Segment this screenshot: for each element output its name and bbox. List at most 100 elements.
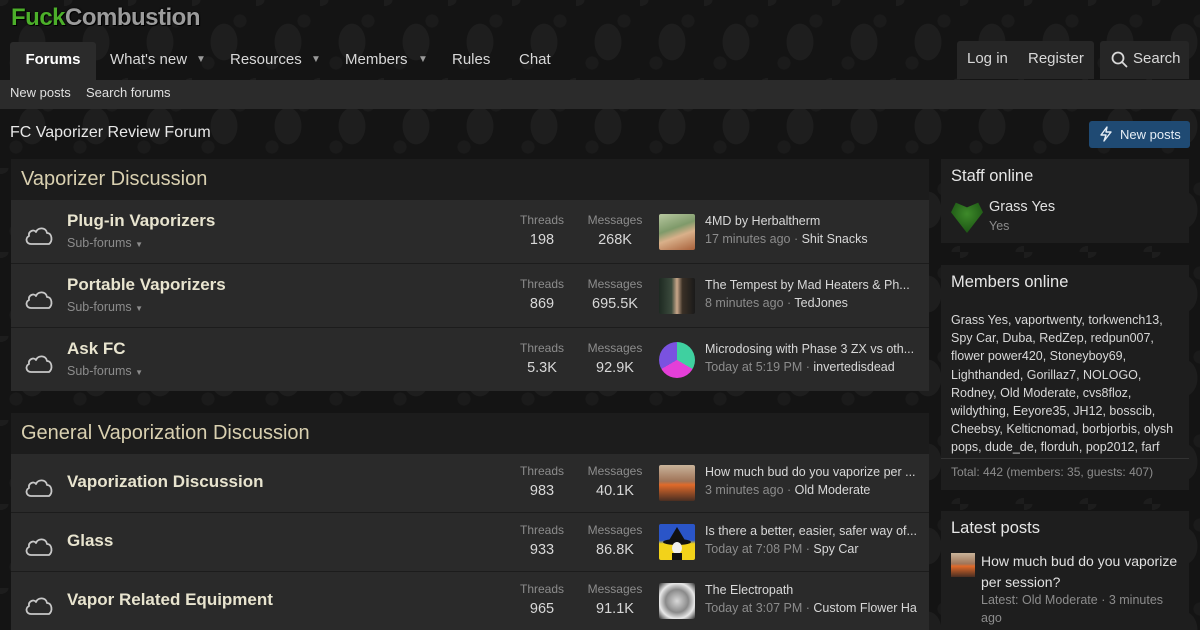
forum-title[interactable]: Plug-in Vaporizers [67, 211, 215, 231]
latest-thread-title[interactable]: Microdosing with Phase 3 ZX vs oth... [705, 342, 923, 356]
cloud-icon [25, 355, 53, 373]
forum-title[interactable]: Vaporization Discussion [67, 472, 264, 492]
register-link[interactable]: Register [1028, 41, 1084, 77]
forum-title[interactable]: Glass [67, 531, 113, 551]
members-online-title[interactable]: Members online [951, 273, 1068, 292]
messages-count: 695.5K [592, 296, 638, 312]
logo-part-1: Fuck [11, 4, 66, 31]
threads-count: 869 [529, 296, 555, 312]
latest-user[interactable]: Shit Snacks [802, 232, 868, 246]
latest-post-meta-2: ago [981, 611, 1002, 625]
forum-row[interactable]: Portable Vaporizers Sub-forums ▼ Threads… [11, 264, 929, 327]
threads-count: 983 [529, 483, 555, 499]
staff-avatar[interactable] [951, 202, 983, 233]
threads-count: 198 [529, 232, 555, 248]
login-link[interactable]: Log in [967, 41, 1008, 77]
latest-user[interactable]: Old Moderate [795, 483, 871, 497]
threads-count: 933 [529, 542, 555, 558]
forum-row[interactable]: Vaporization Discussion Threads 983 Mess… [11, 454, 929, 512]
user-avatar[interactable] [659, 583, 695, 619]
forum-row[interactable]: Plug-in Vaporizers Sub-forums ▼ Threads … [11, 200, 929, 263]
latest-thread-title[interactable]: The Tempest by Mad Heaters & Ph... [705, 278, 923, 292]
user-avatar[interactable] [659, 342, 695, 378]
user-avatar[interactable] [659, 524, 695, 560]
latest-user[interactable]: Custom Flower Ha [813, 601, 917, 615]
latest-thread-title[interactable]: Is there a better, easier, safer way of.… [705, 524, 923, 538]
staff-online-title[interactable]: Staff online [951, 167, 1033, 186]
subnav-new-posts[interactable]: New posts [10, 85, 71, 100]
messages-label: Messages [587, 341, 643, 355]
latest-user[interactable]: TedJones [794, 296, 848, 310]
latest-post-title[interactable]: How much bud do you vaporize per session… [981, 551, 1181, 593]
latest-meta: 3 minutes ago · Old Moderate [705, 483, 871, 497]
tab-forums[interactable]: Forums [10, 42, 96, 80]
divider [941, 458, 1189, 459]
staff-online-widget: Staff online Grass Yes Yes [941, 159, 1189, 243]
latest-thread-title[interactable]: 4MD by Herbaltherm [705, 214, 923, 228]
user-avatar[interactable] [659, 465, 695, 501]
user-avatar[interactable] [659, 278, 695, 314]
members-dropdown-icon[interactable]: ▼ [418, 42, 428, 78]
tab-rules[interactable]: Rules [452, 42, 490, 80]
category-title[interactable]: Vaporizer Discussion [21, 168, 207, 191]
latest-posts-title[interactable]: Latest posts [951, 519, 1040, 538]
site-logo[interactable]: FuckCombustion [11, 4, 200, 32]
threads-label: Threads [519, 582, 565, 596]
messages-label: Messages [587, 523, 643, 537]
sub-forums-toggle[interactable]: Sub-forums ▼ [67, 236, 143, 250]
sub-forums-toggle[interactable]: Sub-forums ▼ [67, 364, 143, 378]
threads-label: Threads [519, 523, 565, 537]
whats-new-dropdown-icon[interactable]: ▼ [196, 42, 206, 78]
forum-row[interactable]: Glass Threads 933 Messages 86.8K Is ther… [11, 513, 929, 571]
search-button[interactable]: Search [1100, 41, 1189, 79]
latest-thread-title[interactable]: How much bud do you vaporize per ... [705, 465, 923, 479]
latest-time: Today at 3:07 PM [705, 601, 803, 615]
cloud-icon [25, 227, 53, 245]
tab-chat[interactable]: Chat [519, 42, 551, 80]
staff-name[interactable]: Grass Yes [989, 199, 1055, 215]
cloud-icon [25, 479, 53, 497]
latest-time: Today at 7:08 PM [705, 542, 803, 556]
resources-dropdown-icon[interactable]: ▼ [311, 42, 321, 78]
tab-resources[interactable]: Resources [230, 42, 302, 80]
members-online-list[interactable]: Grass Yes, vaportwenty, torkwench13, Spy… [951, 311, 1187, 457]
messages-label: Messages [587, 277, 643, 291]
bolt-icon [1100, 126, 1112, 142]
messages-count: 40.1K [596, 483, 634, 499]
threads-label: Threads [519, 464, 565, 478]
account-links: Log in Register [957, 41, 1094, 79]
chevron-down-icon: ▼ [135, 304, 144, 313]
forum-row[interactable]: Ask FC Sub-forums ▼ Threads 5.3K Message… [11, 328, 929, 391]
sub-forums-label: Sub-forums [67, 236, 132, 250]
latest-time: 17 minutes ago [705, 232, 791, 246]
latest-user[interactable]: Spy Car [813, 542, 858, 556]
forum-row[interactable]: Vapor Related Equipment Threads 965 Mess… [11, 572, 929, 630]
latest-time: 3 minutes ago [705, 483, 784, 497]
latest-thread-title[interactable]: The Electropath [705, 583, 923, 597]
user-avatar[interactable] [659, 214, 695, 250]
user-avatar[interactable] [951, 553, 975, 577]
forum-title[interactable]: Vapor Related Equipment [67, 590, 273, 610]
sub-forums-toggle[interactable]: Sub-forums ▼ [67, 300, 143, 314]
forum-title[interactable]: Ask FC [67, 339, 126, 359]
search-icon [1111, 51, 1128, 68]
latest-user[interactable]: invertedisdead [813, 360, 894, 374]
tab-whats-new[interactable]: What's new [110, 42, 187, 80]
category-title[interactable]: General Vaporization Discussion [21, 422, 310, 445]
new-posts-button[interactable]: New posts [1089, 121, 1190, 148]
threads-label: Threads [519, 341, 565, 355]
sub-nav: New posts Search forums [0, 80, 1200, 109]
latest-meta: Today at 3:07 PM · Custom Flower Ha [705, 601, 917, 615]
latest-meta: 8 minutes ago · TedJones [705, 296, 848, 310]
subnav-search-forums[interactable]: Search forums [86, 85, 171, 100]
threads-count: 5.3K [527, 360, 557, 376]
messages-label: Messages [587, 213, 643, 227]
forum-title[interactable]: Portable Vaporizers [67, 275, 226, 295]
site-header: FuckCombustion [0, 0, 1200, 42]
latest-posts-widget: Latest posts How much bud do you vaporiz… [941, 511, 1189, 630]
latest-post-meta: Latest: Old Moderate · 3 minutes [981, 593, 1164, 607]
members-online-widget: Members online Grass Yes, vaportwenty, t… [941, 265, 1189, 490]
messages-count: 91.1K [596, 601, 634, 617]
chevron-down-icon: ▼ [135, 240, 144, 249]
tab-members[interactable]: Members [345, 42, 408, 80]
